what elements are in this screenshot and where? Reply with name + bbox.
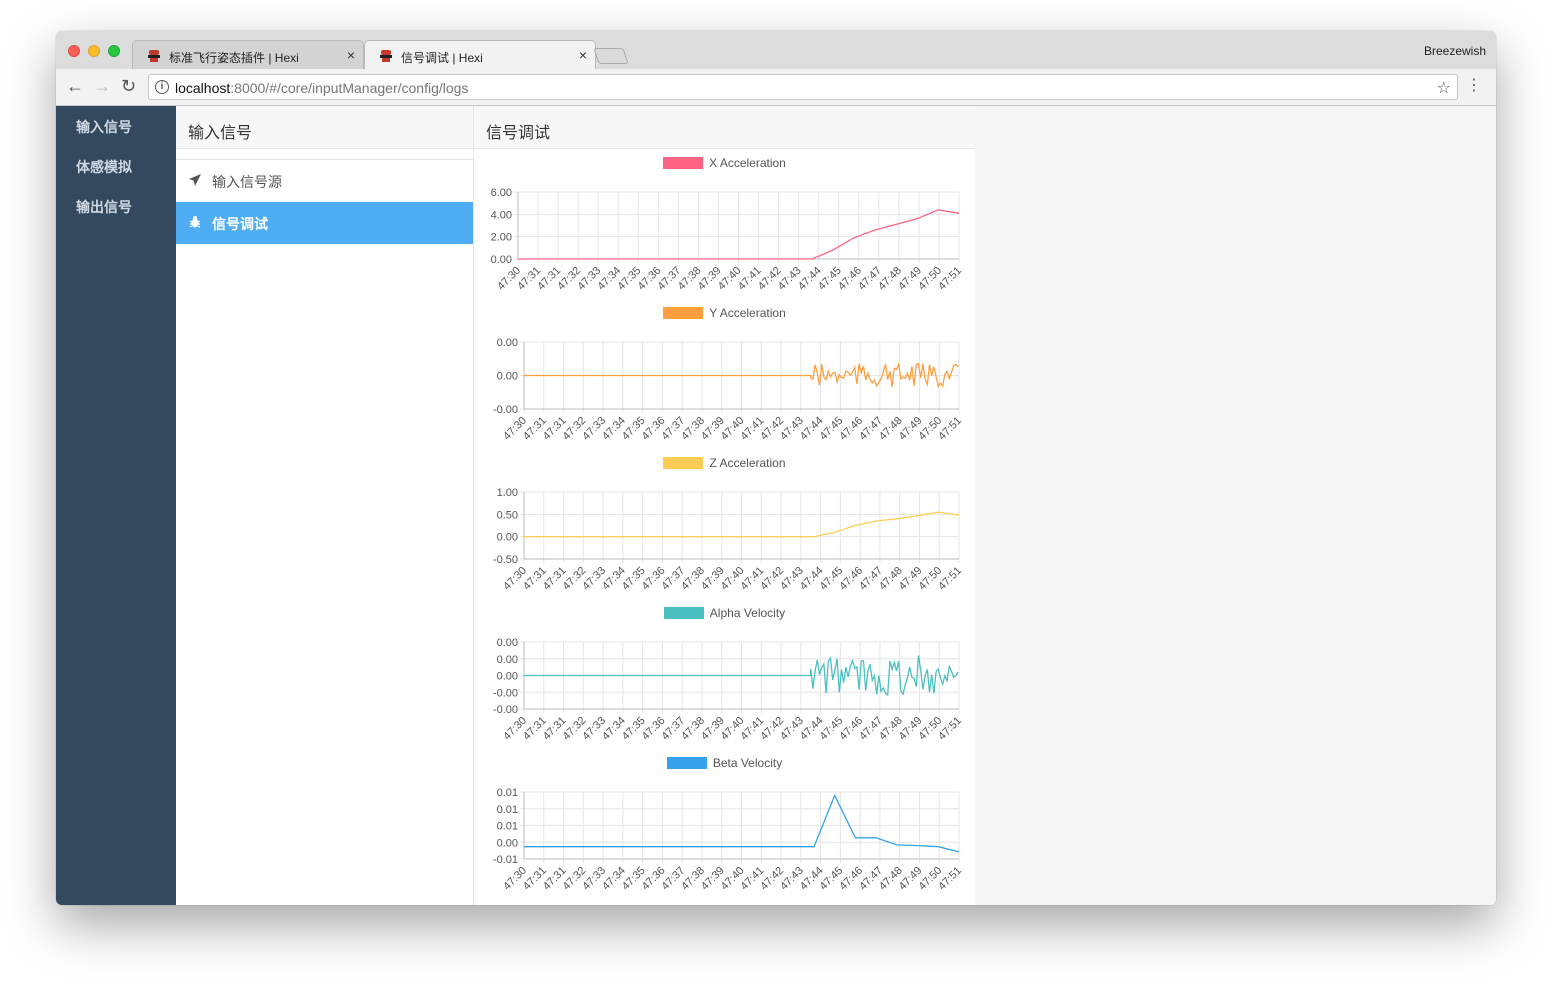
subnav-list: 输入信号源 信号调试 [176, 159, 473, 244]
x-tick-label: 47:51 [936, 715, 964, 743]
x-tick-label: 47:51 [936, 265, 964, 293]
chart-4: Beta Velocity 0.01 0.01 0.01 0.00 -0.01 47:30 4… [474, 750, 975, 900]
forward-arrow-icon[interactable]: → [93, 77, 111, 95]
y-tick-label: 0.00 [497, 532, 518, 544]
chart-plot: 0.010.010.010.00-0.0147:3047:3147:3147:3… [493, 787, 964, 893]
y-tick-label: 0.00 [497, 371, 518, 383]
subnav-item-label: 输入信号源 [212, 174, 282, 190]
bug-icon [189, 216, 201, 228]
url-host: localhost [175, 80, 231, 96]
y-tick-label: 0.00 [497, 337, 518, 349]
tab-close-icon[interactable]: × [347, 47, 355, 63]
y-tick-label: -0.00 [493, 704, 518, 716]
bookmark-star-icon[interactable]: ☆ [1437, 78, 1451, 98]
signal-debug-panel: 信号调试 X Acceleration 6.00 4.00 2.00 0.00 47:30… [474, 106, 975, 905]
y-tick-label: 0.50 [497, 509, 518, 521]
chart-plot: 0.000.000.00-0.00-0.0047:3047:3147:3147:… [493, 637, 964, 743]
chart-1: Y Acceleration 0.00 0.00 -0.00 47:30 47:31 47:… [474, 300, 975, 450]
chart-0: X Acceleration 6.00 4.00 2.00 0.00 47:30 47:31… [474, 150, 975, 300]
tab-title: 信号调试 | Hexi [401, 51, 483, 65]
x-tick-label: 47:51 [936, 415, 964, 443]
info-icon[interactable]: i [155, 80, 169, 94]
hexi-favicon-icon [380, 50, 392, 62]
y-tick-label: 4.00 [491, 209, 512, 221]
close-window-button[interactable] [68, 45, 80, 57]
tab-title: 标准飞行姿态插件 | Hexi [169, 51, 299, 65]
subnav-item-input-source[interactable]: 输入信号源 [176, 160, 473, 202]
y-tick-label: -0.00 [493, 404, 518, 416]
paper-plane-icon [189, 174, 201, 186]
title-bar: 标准飞行姿态插件 | Hexi × 信号调试 | Hexi × Breezewi… [56, 31, 1496, 69]
y-tick-label: 0.01 [497, 821, 518, 833]
sidebar-item-output-signal[interactable]: 输出信号 [56, 186, 176, 226]
tab-signal-debug[interactable]: 信号调试 | Hexi × [364, 40, 596, 69]
reload-icon[interactable]: ↻ [121, 77, 136, 95]
browser-window: 标准飞行姿态插件 | Hexi × 信号调试 | Hexi × Breezewi… [56, 31, 1496, 905]
y-tick-label: 0.00 [497, 671, 518, 683]
y-tick-label: 6.00 [491, 187, 512, 199]
app-content: 输入信号 体感模拟 输出信号 输入信号 输入信号源 信号调试 信号调试 X Ac… [56, 106, 1496, 905]
sidebar-item-motion-simulation[interactable]: 体感模拟 [56, 146, 176, 186]
sub-navigation: 输入信号 输入信号源 信号调试 [176, 106, 474, 905]
y-tick-label: 0.00 [497, 637, 518, 649]
new-tab-button[interactable] [593, 48, 629, 64]
y-tick-label: 1.00 [497, 487, 518, 499]
y-tick-label: 0.00 [497, 837, 518, 849]
address-bar[interactable]: i localhost:8000/#/core/inputManager/con… [148, 74, 1458, 100]
y-tick-label: 0.00 [497, 654, 518, 666]
subnav-title: 输入信号 [176, 106, 473, 149]
x-tick-label: 47:51 [936, 865, 964, 893]
y-tick-label: 0.01 [497, 804, 518, 816]
main-title: 信号调试 [474, 106, 975, 149]
browser-toolbar: ← → ↻ i localhost:8000/#/core/inputManag… [56, 69, 1496, 106]
minimize-window-button[interactable] [88, 45, 100, 57]
chart-2: Z Acceleration 1.00 0.50 0.00 -0.50 47:30 47:3… [474, 450, 975, 600]
y-tick-label: -0.00 [493, 687, 518, 699]
chart-plot: 6.004.002.000.0047:3047:3147:3147:3247:3… [491, 187, 965, 293]
tab-flight-plugin[interactable]: 标准飞行姿态插件 | Hexi × [132, 40, 364, 69]
x-tick-label: 47:51 [936, 565, 964, 593]
subnav-item-label: 信号调试 [212, 216, 268, 232]
y-tick-label: 0.01 [497, 787, 518, 799]
y-tick-label: -0.01 [493, 854, 518, 866]
chart-3: Alpha Velocity 0.00 0.00 0.00 -0.00 -0.00 47:3… [474, 600, 975, 750]
back-arrow-icon[interactable]: ← [66, 77, 84, 95]
empty-area [975, 106, 1496, 905]
main-sidebar: 输入信号 体感模拟 输出信号 [56, 106, 176, 905]
y-tick-label: 0.00 [491, 254, 512, 266]
profile-name[interactable]: Breezewish [1424, 44, 1486, 58]
tab-close-icon[interactable]: × [579, 47, 587, 63]
y-tick-label: 2.00 [491, 232, 512, 244]
y-tick-label: -0.50 [493, 554, 518, 566]
url-path: :8000/#/core/inputManager/config/logs [230, 80, 469, 96]
sidebar-item-input-signal[interactable]: 输入信号 [56, 106, 176, 146]
chart-plot: 1.000.500.00-0.5047:3047:3147:3147:3247:… [493, 487, 964, 593]
browser-menu-icon[interactable]: ⋮ [1466, 77, 1482, 95]
zoom-window-button[interactable] [108, 45, 120, 57]
subnav-item-signal-debug[interactable]: 信号调试 [176, 202, 473, 244]
hexi-favicon-icon [148, 50, 160, 62]
chart-plot: 0.000.00-0.0047:3047:3147:3147:3247:3347… [493, 337, 964, 443]
